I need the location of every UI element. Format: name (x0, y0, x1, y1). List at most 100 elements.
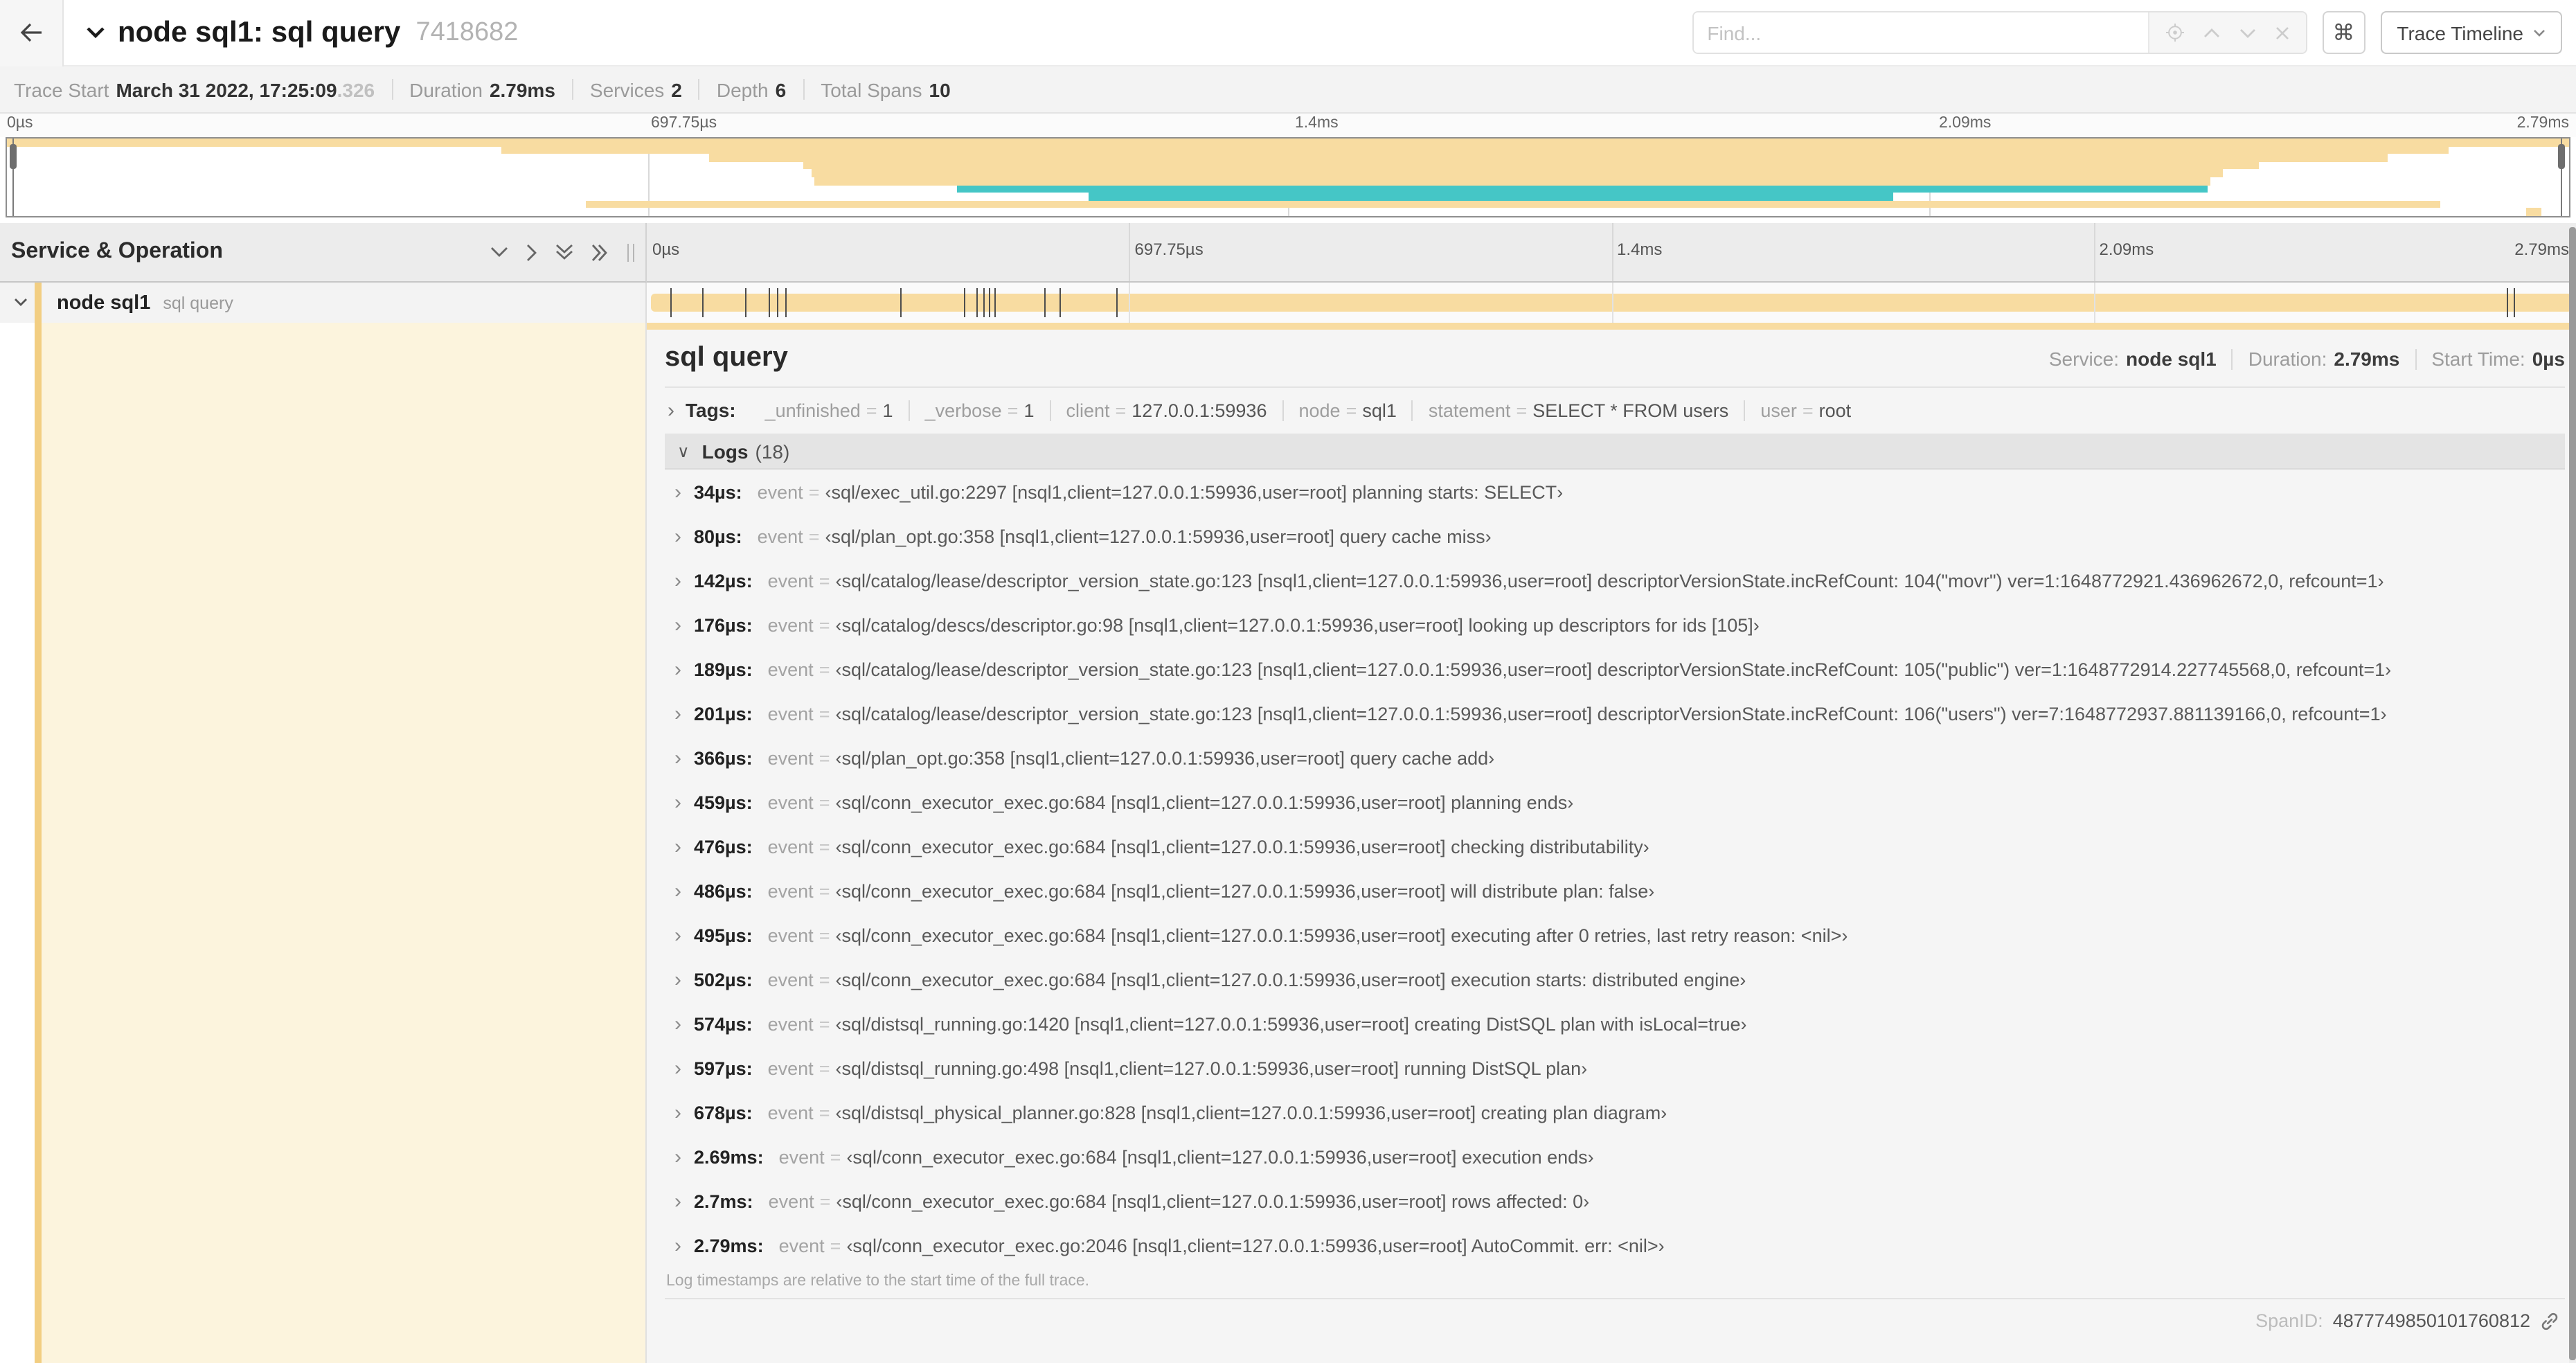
log-field-key: event (778, 1235, 825, 1256)
find-input[interactable] (1693, 12, 2148, 53)
timeline-gridline (1129, 283, 1131, 323)
chevron-right-icon[interactable]: › (668, 400, 674, 420)
log-field-value: ‹sql/conn_executor_exec.go:2046 [nsql1,c… (846, 1235, 1665, 1256)
log-field-value: ‹sql/distsql_running.go:1420 [nsql1,clie… (835, 1013, 1747, 1034)
tag-value: 1 (882, 400, 893, 420)
keyboard-shortcuts-button[interactable]: ⌘ (2322, 11, 2365, 54)
chevron-right-icon[interactable]: › (674, 969, 681, 990)
chevron-right-icon[interactable]: › (674, 925, 681, 945)
timeline-tick-label: 1.4ms (1617, 240, 1663, 259)
trace-view-selector[interactable]: Trace Timeline (2380, 11, 2562, 54)
collapse-one-button[interactable] (490, 247, 508, 258)
log-row[interactable]: › 476µs: event = ‹sql/conn_executor_exec.go:… (665, 824, 2565, 868)
match-case-icon[interactable] (2165, 24, 2184, 42)
chevron-right-icon[interactable]: › (674, 1102, 681, 1123)
chevron-right-icon[interactable]: › (674, 481, 681, 502)
log-row[interactable]: › 459µs: event = ‹sql/conn_executor_exec.go:… (665, 780, 2565, 824)
summary-label: Services (589, 78, 665, 100)
chevron-right-icon[interactable]: › (674, 880, 681, 901)
find-prev-button[interactable] (2203, 27, 2219, 38)
log-row[interactable]: › 34µs: event = ‹sql/exec_util.go:2297 [nsql… (665, 470, 2565, 514)
top-bar: node sql1: sql query 7418682 Find... ⌘ T… (0, 0, 2576, 66)
chevron-down-icon[interactable] (14, 298, 28, 308)
log-row[interactable]: › 2.7ms: event = ‹sql/conn_executor_exec.go:… (665, 1179, 2565, 1223)
log-row[interactable]: › 678µs: event = ‹sql/distsql_physical_plann… (665, 1090, 2565, 1134)
log-row[interactable]: › 189µs: event = ‹sql/catalog/lease/descript… (665, 647, 2565, 691)
log-timestamp: 34µs: (694, 481, 742, 502)
log-marker (701, 288, 704, 317)
log-marker (900, 288, 902, 317)
chevron-right-icon[interactable]: › (674, 1058, 681, 1078)
back-button[interactable] (0, 0, 64, 66)
chevron-right-icon[interactable]: › (674, 659, 681, 679)
span-row-timeline-cell[interactable] (647, 283, 2576, 323)
span-row-name-cell[interactable]: node sql1 sql query (0, 283, 647, 323)
find-next-button[interactable] (2239, 27, 2255, 38)
equals-sign: = (808, 526, 820, 546)
log-timestamp: 366µs: (694, 747, 753, 768)
chevron-right-icon[interactable]: › (674, 1146, 681, 1167)
log-field-key: event (767, 836, 814, 857)
column-resize-grip[interactable] (627, 243, 634, 261)
log-field-value: ‹sql/conn_executor_exec.go:684 [nsql1,cl… (835, 836, 1649, 857)
log-timestamp: 678µs: (694, 1102, 753, 1123)
log-row[interactable]: › 80µs: event = ‹sql/plan_opt.go:358 [nsql1,… (665, 514, 2565, 558)
chevron-right-icon[interactable]: › (674, 703, 681, 724)
service-operation-header: Service & Operation (0, 223, 647, 283)
log-row[interactable]: › 486µs: event = ‹sql/conn_executor_exec.go:… (665, 868, 2565, 913)
chevron-down-icon[interactable] (86, 26, 105, 39)
deep-link-button[interactable] (2540, 1311, 2559, 1330)
log-row[interactable]: › 2.79ms: event = ‹sql/conn_executor_exec.go… (665, 1223, 2565, 1267)
expand-all-button[interactable] (591, 243, 608, 261)
log-marker (1059, 288, 1062, 317)
timeline-ticks-header: 0µs 697.75µs 1.4ms 2.09ms 2.79ms (647, 223, 2576, 283)
chevron-right-icon[interactable]: › (674, 792, 681, 812)
log-field-key: event (767, 969, 814, 990)
equals-sign: = (808, 481, 820, 502)
minimap-left-scrubber[interactable] (9, 139, 17, 216)
chevron-right-icon[interactable]: › (674, 1013, 681, 1034)
chevron-right-icon[interactable]: › (674, 836, 681, 857)
log-row[interactable]: › 201µs: event = ‹sql/catalog/lease/descript… (665, 691, 2565, 736)
vertical-scrollbar[interactable] (2569, 223, 2576, 1363)
equals-sign: = (819, 792, 830, 812)
scrollbar-thumb[interactable] (2569, 227, 2576, 1360)
chevron-right-icon[interactable]: › (674, 1235, 681, 1256)
meta-label: Service: (2048, 348, 2120, 370)
chevron-right-icon[interactable]: › (674, 570, 681, 591)
chevron-right-icon[interactable]: › (674, 614, 681, 635)
service-operation-title: Service & Operation (11, 240, 223, 263)
chevron-right-icon[interactable]: › (674, 747, 681, 768)
trace-summary-item: Services 2 (590, 78, 682, 100)
log-marker (1044, 288, 1046, 317)
tags-row[interactable]: › Tags: _unfinished = 1 _verbose = 1 client = 12… (665, 388, 2565, 429)
chevron-down-icon (2533, 28, 2546, 37)
chevron-right-icon[interactable]: › (674, 526, 681, 546)
log-row[interactable]: › 597µs: event = ‹sql/distsql_running.go:498… (665, 1046, 2565, 1090)
collapse-all-button[interactable] (555, 244, 573, 260)
log-row[interactable]: › 574µs: event = ‹sql/distsql_running.go:142… (665, 1001, 2565, 1046)
log-row[interactable]: › 2.69ms: event = ‹sql/conn_executor_exec.go… (665, 1134, 2565, 1179)
chevron-right-icon[interactable]: › (674, 1191, 681, 1211)
chevron-down-icon[interactable]: ∨ (677, 441, 690, 461)
log-row[interactable]: › 366µs: event = ‹sql/plan_opt.go:358 [nsql1… (665, 736, 2565, 780)
timeline-tick-label: 2.79ms (2514, 240, 2569, 259)
summary-label: Depth (716, 78, 769, 100)
expand-one-button[interactable] (526, 243, 537, 261)
log-row[interactable]: › 142µs: event = ‹sql/catalog/lease/descript… (665, 558, 2565, 603)
log-timestamp: 189µs: (694, 659, 753, 679)
minimap-canvas[interactable] (6, 137, 2570, 217)
trace-summary-item: Duration 2.79ms (409, 78, 555, 100)
log-row[interactable]: › 502µs: event = ‹sql/conn_executor_exec.go:… (665, 957, 2565, 1001)
detail-highlight-column (42, 323, 645, 1363)
clear-find-icon[interactable] (2275, 26, 2289, 39)
log-marker (976, 288, 978, 317)
minimap-span-bar (2525, 208, 2541, 216)
tag-item: _unfinished = 1 (750, 400, 910, 420)
log-row[interactable]: › 176µs: event = ‹sql/catalog/descs/descript… (665, 603, 2565, 647)
minimap-span-bar (708, 154, 2388, 162)
log-row[interactable]: › 495µs: event = ‹sql/conn_executor_exec.go:… (665, 913, 2565, 957)
logs-header[interactable]: ∨ Logs (18) (665, 434, 2565, 470)
arrow-left-icon (19, 22, 43, 43)
minimap-right-scrubber[interactable] (2558, 139, 2566, 216)
